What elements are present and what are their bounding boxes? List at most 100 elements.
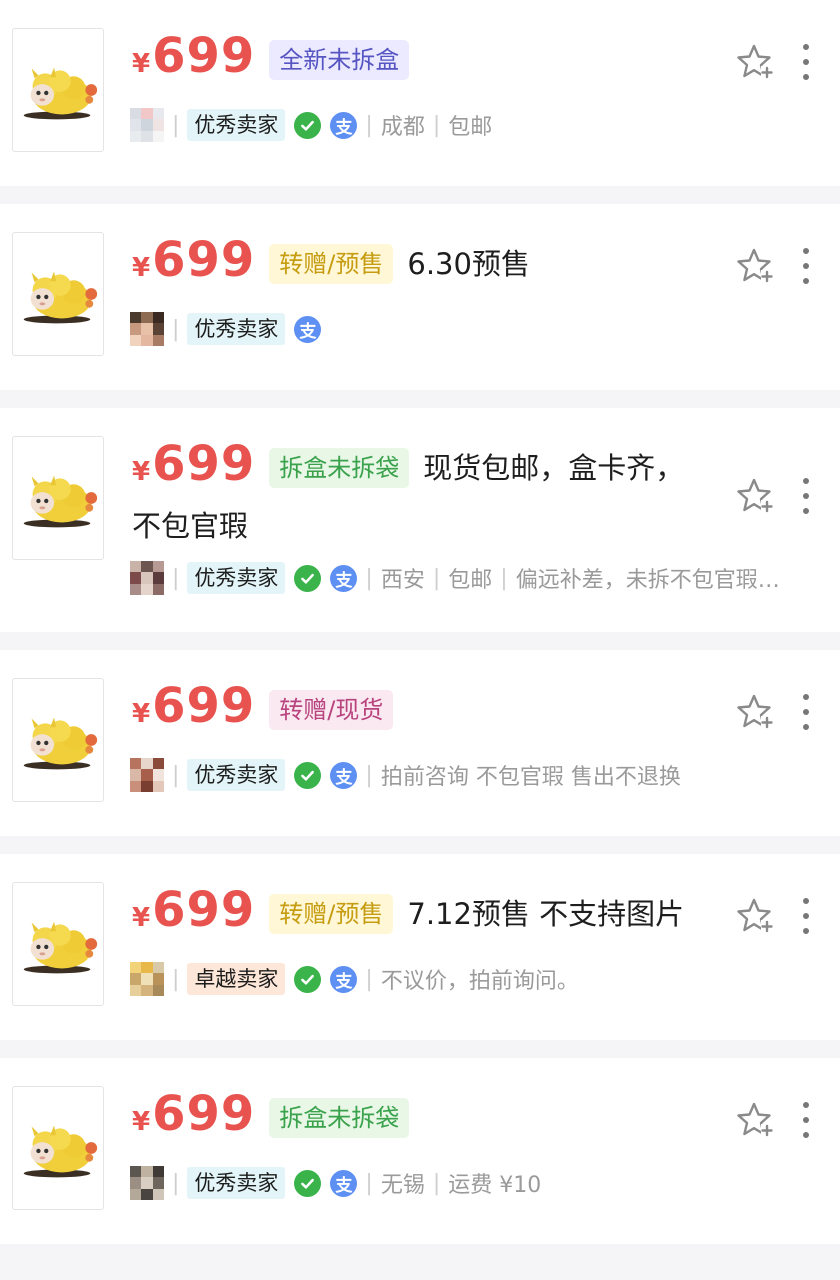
more-options-icon[interactable] bbox=[796, 1102, 816, 1138]
listing-card[interactable]: ¥699 转赠/现货 | 优秀卖家 支 | 拍前咨询 不包官瑕 售出不退换 bbox=[0, 650, 840, 836]
favorite-star-icon[interactable] bbox=[734, 42, 774, 82]
avatar-pixel bbox=[141, 130, 153, 142]
alipay-icon: 支 bbox=[330, 761, 358, 789]
more-options-icon[interactable] bbox=[796, 248, 816, 284]
seller-avatar[interactable] bbox=[130, 758, 164, 792]
avatar-pixel bbox=[152, 769, 164, 781]
product-thumbnail[interactable] bbox=[12, 28, 104, 152]
avatar-pixel bbox=[130, 769, 142, 781]
avatar-pixel bbox=[152, 1166, 164, 1178]
product-thumbnail[interactable] bbox=[12, 436, 104, 560]
more-options-icon[interactable] bbox=[796, 478, 816, 514]
plush-sheep-image bbox=[23, 717, 98, 770]
listing-meta-text: 包邮 bbox=[448, 115, 493, 140]
listing-title[interactable]: ¥699 转赠/预售 6.30预售 bbox=[132, 234, 702, 294]
product-thumbnail[interactable] bbox=[12, 1086, 104, 1210]
currency-symbol: ¥ bbox=[132, 1107, 151, 1137]
seller-level-badge: 优秀卖家 bbox=[187, 562, 286, 594]
currency-symbol: ¥ bbox=[132, 49, 151, 79]
seller-level-badge: 优秀卖家 bbox=[187, 759, 286, 791]
product-thumbnail[interactable] bbox=[12, 232, 104, 356]
avatar-pixel bbox=[141, 312, 153, 324]
favorite-star-icon[interactable] bbox=[734, 246, 774, 286]
divider: | bbox=[172, 316, 180, 342]
seller-level-badge: 卓越卖家 bbox=[187, 963, 286, 995]
avatar-pixel bbox=[130, 119, 142, 131]
listing-title[interactable]: ¥699 全新未拆盒 bbox=[132, 30, 702, 90]
price: ¥699 bbox=[132, 884, 255, 944]
seller-avatar[interactable] bbox=[130, 108, 164, 142]
price: ¥699 bbox=[132, 234, 255, 294]
price: ¥699 bbox=[132, 1088, 255, 1148]
avatar-pixel bbox=[152, 758, 164, 770]
listing-meta-text: 拍前咨询 不包官瑕 售出不退换 bbox=[380, 765, 681, 790]
seller-avatar[interactable] bbox=[130, 962, 164, 996]
price-value: 699 bbox=[152, 28, 256, 84]
divider: | bbox=[365, 1170, 373, 1196]
avatar-pixel bbox=[152, 973, 164, 985]
condition-tag: 转赠/现货 bbox=[269, 690, 394, 730]
listing-meta-text: 偏远补差，未拆不包官瑕… bbox=[515, 568, 780, 593]
listing-card[interactable]: ¥699 转赠/预售 6.30预售 | 优秀卖家 支 bbox=[0, 204, 840, 390]
avatar-pixel bbox=[130, 984, 142, 996]
avatar-pixel bbox=[130, 130, 142, 142]
price-value: 699 bbox=[152, 678, 256, 734]
favorite-star-icon[interactable] bbox=[734, 476, 774, 516]
alipay-icon: 支 bbox=[330, 1169, 358, 1197]
listing-meta-text: 包邮 bbox=[448, 568, 493, 593]
wechat-pay-icon bbox=[294, 564, 322, 592]
currency-symbol: ¥ bbox=[132, 903, 151, 933]
seller-level-badge: 优秀卖家 bbox=[187, 1167, 286, 1199]
seller-avatar[interactable] bbox=[130, 312, 164, 346]
listing-card[interactable]: ¥699 转赠/预售 7.12预售 不支持图片 | 卓越卖家 支 | 不议价，拍前询问。 bbox=[0, 854, 840, 1040]
avatar-pixel bbox=[141, 984, 153, 996]
listing-card[interactable]: ¥699 拆盒未拆袋 | 优秀卖家 支 | 无锡 | 运费 ¥10 bbox=[0, 1058, 840, 1244]
divider: | bbox=[365, 565, 373, 591]
plush-sheep-image bbox=[23, 67, 98, 120]
avatar-pixel bbox=[141, 108, 153, 120]
price-value: 699 bbox=[152, 882, 256, 938]
avatar-pixel bbox=[130, 962, 142, 974]
divider: | bbox=[365, 112, 373, 138]
avatar-pixel bbox=[130, 1177, 142, 1189]
currency-symbol: ¥ bbox=[132, 699, 151, 729]
plush-sheep-image bbox=[23, 475, 98, 528]
seller-avatar[interactable] bbox=[130, 561, 164, 595]
wechat-pay-icon bbox=[294, 965, 322, 993]
product-thumbnail[interactable] bbox=[12, 678, 104, 802]
listing-title[interactable]: ¥699 转赠/现货 bbox=[132, 680, 702, 740]
listing-card[interactable]: ¥699 全新未拆盒 | 优秀卖家 支 | 成都 | 包邮 bbox=[0, 0, 840, 186]
seller-meta-row: | 优秀卖家 支 bbox=[130, 309, 820, 349]
condition-tag: 全新未拆盒 bbox=[269, 40, 410, 80]
divider: | bbox=[500, 565, 508, 591]
avatar-pixel bbox=[141, 572, 153, 584]
avatar-pixel bbox=[130, 572, 142, 584]
favorite-star-icon[interactable] bbox=[734, 896, 774, 936]
avatar-pixel bbox=[152, 780, 164, 792]
avatar-pixel bbox=[152, 984, 164, 996]
seller-meta-row: | 优秀卖家 支 | 拍前咨询 不包官瑕 售出不退换 bbox=[130, 755, 820, 795]
seller-meta-row: | 卓越卖家 支 | 不议价，拍前询问。 bbox=[130, 959, 820, 999]
more-options-icon[interactable] bbox=[796, 44, 816, 80]
listing-title[interactable]: ¥699 转赠/预售 7.12预售 不支持图片 bbox=[132, 884, 702, 944]
listing-card[interactable]: ¥699 拆盒未拆袋 现货包邮，盒卡齐，不包官瑕 | 优秀卖家 支 | 西安 | 包邮 | 偏远… bbox=[0, 408, 840, 632]
price: ¥699 bbox=[132, 438, 255, 498]
alipay-icon: 支 bbox=[330, 564, 358, 592]
price-value: 699 bbox=[152, 232, 256, 288]
favorite-star-icon[interactable] bbox=[734, 692, 774, 732]
listing-title[interactable]: ¥699 拆盒未拆袋 现货包邮，盒卡齐，不包官瑕 bbox=[132, 438, 692, 552]
plush-sheep-image bbox=[23, 921, 98, 974]
product-thumbnail[interactable] bbox=[12, 882, 104, 1006]
avatar-pixel bbox=[141, 323, 153, 335]
divider: | bbox=[432, 565, 441, 591]
condition-tag: 转赠/预售 bbox=[269, 244, 394, 284]
seller-avatar[interactable] bbox=[130, 1166, 164, 1200]
more-options-icon[interactable] bbox=[796, 694, 816, 730]
avatar-pixel bbox=[141, 769, 153, 781]
price: ¥699 bbox=[132, 680, 255, 740]
more-options-icon[interactable] bbox=[796, 898, 816, 934]
listing-title[interactable]: ¥699 拆盒未拆袋 bbox=[132, 1088, 702, 1148]
alipay-icon: 支 bbox=[294, 315, 322, 343]
favorite-star-icon[interactable] bbox=[734, 1100, 774, 1140]
avatar-pixel bbox=[152, 130, 164, 142]
